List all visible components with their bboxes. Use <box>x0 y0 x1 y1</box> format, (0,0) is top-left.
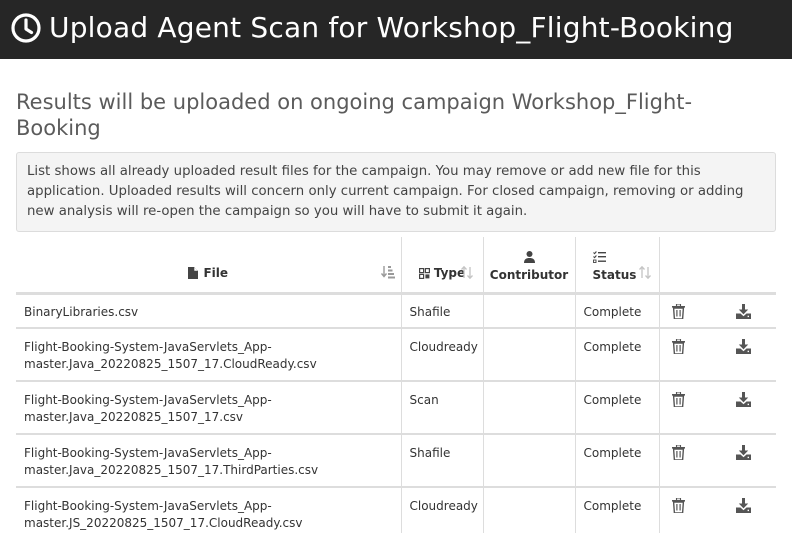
download-icon <box>736 303 752 319</box>
download-icon <box>736 445 752 460</box>
table-row: Flight-Booking-System-JavaServlets_App-m… <box>16 433 776 487</box>
table-header-row: File Type Contributor Status <box>16 237 776 295</box>
table-row: Flight-Booking-System-JavaServlets_App-m… <box>16 327 776 381</box>
page-header: Upload Agent Scan for Workshop_Flight-Bo… <box>0 0 792 59</box>
cell-file: Flight-Booking-System-JavaServlets_App-m… <box>16 327 401 381</box>
delete-button[interactable] <box>671 444 685 465</box>
column-label-file: File <box>203 265 229 280</box>
cell-file: Flight-Booking-System-JavaServlets_App-m… <box>16 486 401 533</box>
cell-file: Flight-Booking-System-JavaServlets_App-m… <box>16 380 401 434</box>
column-header-type[interactable]: Type <box>400 237 483 295</box>
cell-contributor <box>482 380 575 434</box>
cell-actions <box>658 380 776 434</box>
column-header-actions <box>658 237 776 295</box>
cell-contributor <box>482 327 575 381</box>
delete-button[interactable] <box>671 497 685 518</box>
sort-icon[interactable] <box>460 265 473 279</box>
cell-status: Complete <box>574 292 659 328</box>
cell-file: Flight-Booking-System-JavaServlets_App-m… <box>16 433 401 487</box>
download-icon <box>736 392 752 407</box>
trash-icon <box>671 391 685 408</box>
user-icon <box>523 250 535 263</box>
delete-button[interactable] <box>671 302 685 324</box>
trash-icon <box>671 497 685 514</box>
sort-descending-icon[interactable] <box>380 265 395 279</box>
cell-type: Scan <box>400 380 483 434</box>
cell-type: Cloudready <box>400 486 483 533</box>
cell-type: Shafile <box>400 292 483 328</box>
cell-actions <box>658 327 776 381</box>
download-button[interactable] <box>736 339 752 359</box>
download-button[interactable] <box>736 445 752 465</box>
download-button[interactable] <box>736 498 752 518</box>
checklist-icon <box>592 250 606 263</box>
cell-status: Complete <box>574 380 659 434</box>
cell-contributor <box>482 486 575 533</box>
cell-actions <box>658 486 776 533</box>
delete-button[interactable] <box>671 338 685 359</box>
download-icon <box>736 339 752 354</box>
download-icon <box>736 498 752 513</box>
download-button[interactable] <box>736 303 752 324</box>
cell-status: Complete <box>574 327 659 381</box>
cell-type: Shafile <box>400 433 483 487</box>
clock-icon <box>11 13 41 43</box>
cell-actions <box>658 433 776 487</box>
trash-icon <box>671 302 685 320</box>
results-table: File Type Contributor Status BinaryLibra… <box>16 237 776 533</box>
delete-button[interactable] <box>671 391 685 412</box>
column-header-contributor[interactable]: Contributor <box>482 237 575 295</box>
column-label-status: Status <box>592 267 637 282</box>
table-row: Flight-Booking-System-JavaServlets_App-m… <box>16 486 776 533</box>
cell-actions <box>658 292 776 328</box>
sort-icon[interactable] <box>638 265 651 279</box>
grid-icon <box>418 267 430 279</box>
cell-status: Complete <box>574 433 659 487</box>
cell-status: Complete <box>574 486 659 533</box>
cell-file: BinaryLibraries.csv <box>16 292 401 328</box>
column-label-contributor: Contributor <box>489 267 569 282</box>
download-button[interactable] <box>736 392 752 412</box>
column-header-status[interactable]: Status <box>574 237 659 295</box>
trash-icon <box>671 338 685 355</box>
trash-icon <box>671 444 685 461</box>
table-row: BinaryLibraries.csv Shafile Complete <box>16 292 776 328</box>
cell-contributor <box>482 433 575 487</box>
file-icon <box>188 266 199 279</box>
cell-contributor <box>482 292 575 328</box>
column-header-file[interactable]: File <box>16 237 401 295</box>
page-title: Upload Agent Scan for Workshop_Flight-Bo… <box>49 11 734 44</box>
info-notice: List shows all already uploaded result f… <box>16 152 776 232</box>
campaign-subtitle: Results will be uploaded on ongoing camp… <box>16 90 693 140</box>
cell-type: Cloudready <box>400 327 483 381</box>
table-row: Flight-Booking-System-JavaServlets_App-m… <box>16 380 776 434</box>
